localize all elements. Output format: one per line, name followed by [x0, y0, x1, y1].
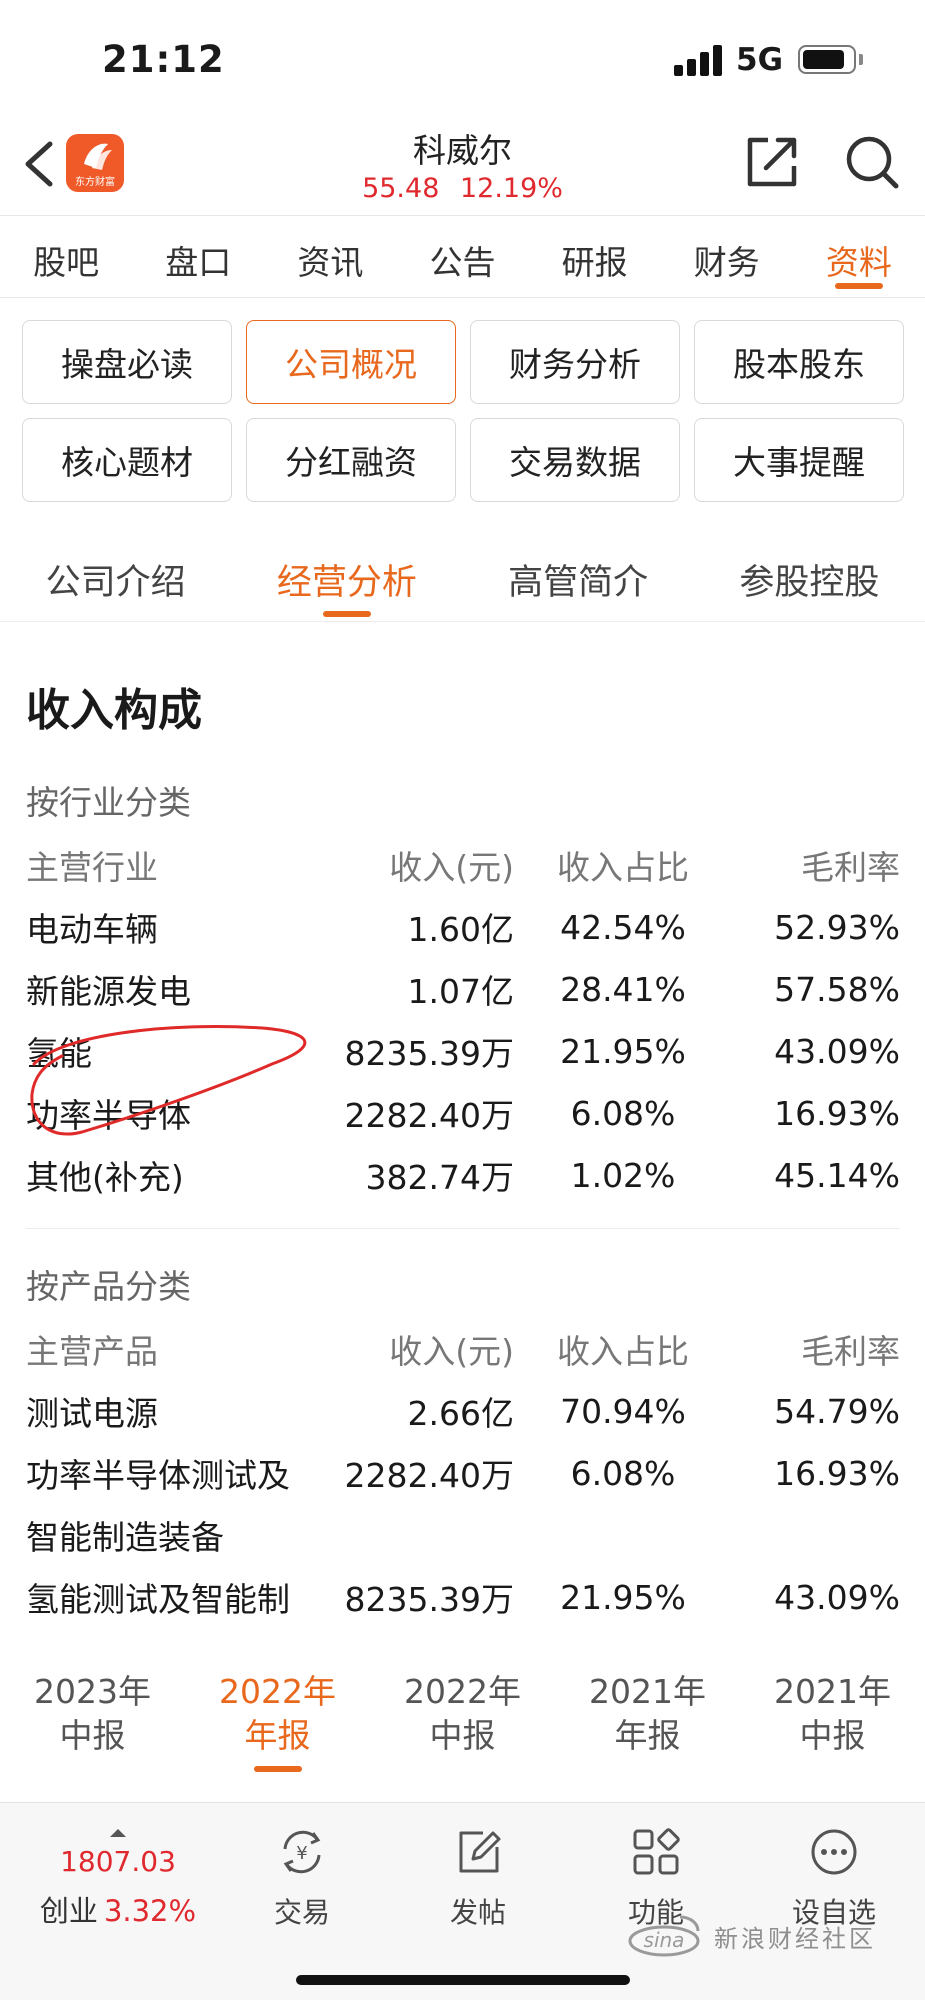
index-pct: 3.32% [103, 1894, 197, 1928]
battery-icon [798, 45, 856, 74]
table-row-continuation: 智能制造装备 [26, 1518, 224, 1557]
table-row: 功率半导体 2282.40万 6.08% 16.93% [26, 1093, 900, 1136]
market-index-widget[interactable]: 1807.03 创业 3.32% [28, 1829, 208, 1930]
grid-shareholders[interactable]: 股本股东 [694, 320, 904, 404]
period-tab[interactable]: 2023年 中报 [0, 1644, 185, 1776]
post-label: 发帖 [449, 1896, 506, 1929]
tab-guba[interactable]: 股吧 [0, 216, 132, 297]
grid-core-themes[interactable]: 核心题材 [22, 418, 232, 502]
status-time: 21:12 [102, 38, 225, 81]
subtab-holdings[interactable]: 参股控股 [694, 540, 925, 621]
profile-section-grid: 操盘必读 公司概况 财务分析 股本股东 核心题材 分红融资 交易数据 大事提醒 [22, 320, 904, 502]
subtab-company-intro[interactable]: 公司介绍 [0, 540, 231, 621]
watermark-text: 新浪财经社区 [714, 1925, 876, 1953]
search-icon [846, 136, 899, 189]
index-name: 创业 [39, 1894, 98, 1928]
period-tab[interactable]: 2021年 中报 [740, 1644, 925, 1776]
post-button[interactable]: 发帖 [418, 1827, 538, 1931]
sub-tabs: 公司介绍 经营分析 高管简介 参股控股 [0, 540, 925, 622]
stock-change-pct: 12.19% [459, 173, 563, 204]
table-row: 测试电源 2.66亿 70.94% 54.79% [26, 1391, 900, 1434]
top-tabs: 股吧 盘口 资讯 公告 研报 财务 资料 [0, 216, 925, 298]
sina-logo-icon: sina [628, 1915, 700, 1957]
status-bar: 21:12 5G [0, 0, 925, 120]
tab-pankou[interactable]: 盘口 [132, 216, 264, 297]
period-tab[interactable]: 2021年 年报 [555, 1644, 740, 1776]
svg-text:¥: ¥ [296, 1843, 307, 1864]
table-row: 电动车辆 1.60亿 42.54% 52.93% [26, 907, 900, 950]
nav-header: 东方财富 科威尔 55.48 12.19% [0, 120, 925, 216]
tab-news[interactable]: 资讯 [264, 216, 396, 297]
signal-icon [674, 44, 722, 76]
grid-financial-analysis[interactable]: 财务分析 [470, 320, 680, 404]
divider [26, 1228, 900, 1229]
trade-button[interactable]: ¥ 交易 [242, 1827, 362, 1931]
stock-price: 55.48 [362, 173, 440, 204]
table-row: 功率半导体测试及 2282.40万 6.08% 16.93% [26, 1453, 900, 1496]
grid-events[interactable]: 大事提醒 [694, 418, 904, 502]
grid-dividends[interactable]: 分红融资 [246, 418, 456, 502]
sina-watermark: sina 新浪财经社区 [624, 1911, 914, 1961]
grid-trading-data[interactable]: 交易数据 [470, 418, 680, 502]
industry-table: 按行业分类 主营行业 收入(元) 收入占比 毛利率 电动车辆 1.60亿 42.… [26, 772, 900, 1206]
tab-announcements[interactable]: 公告 [396, 216, 528, 297]
index-value: 1807.03 [60, 1845, 176, 1878]
section-title: 收入构成 [26, 685, 202, 736]
tab-research[interactable]: 研报 [529, 216, 661, 297]
product-table: 按产品分类 主营产品 收入(元) 收入占比 毛利率 测试电源 2.66亿 70.… [26, 1256, 900, 1628]
yen-exchange-icon: ¥ [283, 1830, 321, 1874]
table-row: 氢能 8235.39万 21.95% 43.09% [26, 1031, 900, 1074]
caret-up-icon [110, 1829, 126, 1837]
network-type: 5G [736, 42, 784, 78]
period-tab[interactable]: 2022年 中报 [370, 1644, 555, 1776]
report-period-tabs: 2023年 中报 2022年 年报 2022年 中报 2021年 年报 2021… [0, 1644, 925, 1776]
tab-profile[interactable]: 资料 [793, 216, 925, 297]
search-button[interactable] [844, 134, 900, 192]
tab-finance[interactable]: 财务 [661, 216, 793, 297]
revenue-content[interactable]: 收入构成 按行业分类 主营行业 收入(元) 收入占比 毛利率 电动车辆 1.60… [0, 622, 925, 1644]
subtab-business-analysis[interactable]: 经营分析 [231, 540, 462, 621]
table-row: 氢能测试及智能制 8235.39万 21.95% 43.09% [26, 1577, 900, 1620]
home-indicator[interactable] [296, 1975, 630, 1985]
bottom-bar: 1807.03 创业 3.32% ¥ 交易 发帖 功能 设自选 sina 新浪财… [0, 1802, 925, 2000]
subtab-executives[interactable]: 高管简介 [463, 540, 694, 621]
grid-company-overview[interactable]: 公司概况 [246, 320, 456, 404]
product-group-label: 按产品分类 [26, 1267, 191, 1306]
grid-apps-icon [633, 1828, 680, 1875]
table-header: 主营产品 收入(元) 收入占比 毛利率 [26, 1332, 900, 1371]
table-header: 主营行业 收入(元) 收入占比 毛利率 [26, 848, 900, 887]
industry-group-label: 按行业分类 [26, 783, 191, 822]
share-icon [747, 137, 797, 187]
grid-must-read[interactable]: 操盘必读 [22, 320, 232, 404]
edit-post-icon [459, 1831, 501, 1873]
table-row: 新能源发电 1.07亿 28.41% 57.58% [26, 969, 900, 1012]
more-dots-icon [811, 1829, 857, 1875]
period-tab-active[interactable]: 2022年 年报 [185, 1644, 370, 1776]
share-button[interactable] [744, 134, 800, 190]
table-row: 其他(补充) 382.74万 1.02% 45.14% [26, 1155, 900, 1198]
svg-text:sina: sina [644, 1928, 685, 1952]
trade-label: 交易 [273, 1896, 330, 1929]
